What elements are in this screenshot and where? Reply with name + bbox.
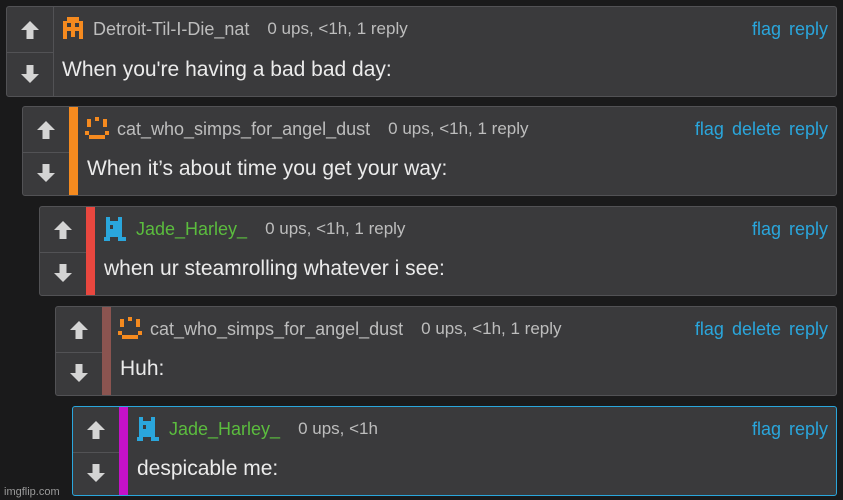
comment-header: Detroit-Til-I-Die_nat 0 ups, <1h, 1 repl… xyxy=(59,17,408,41)
downvote-button[interactable] xyxy=(73,450,119,495)
comment-4: cat_who_simps_for_angel_dust 0 ups, <1h,… xyxy=(55,306,837,396)
comment-text: when ur steamrolling whatever i see: xyxy=(104,257,445,280)
comment-meta: 0 ups, <1h, 1 reply xyxy=(267,19,408,38)
downvote-button[interactable] xyxy=(23,150,69,195)
orange-smiley-icon xyxy=(118,317,142,339)
comment-actions: flag reply xyxy=(752,419,828,440)
comment-text: When you're having a bad bad day: xyxy=(62,58,392,81)
upvote-button[interactable] xyxy=(23,107,69,153)
comment-actions: flag reply xyxy=(752,219,828,240)
downvote-button[interactable] xyxy=(56,350,102,395)
orange-smiley-icon xyxy=(85,117,109,139)
username[interactable]: Jade_Harley_ xyxy=(136,219,247,240)
arrow-up-icon xyxy=(87,420,105,439)
reply-link[interactable]: reply xyxy=(789,219,828,240)
username[interactable]: cat_who_simps_for_angel_dust xyxy=(150,319,403,340)
comment-3: Jade_Harley_ 0 ups, <1h, 1 reply flag re… xyxy=(39,206,837,296)
delete-link[interactable]: delete xyxy=(732,119,781,140)
upvote-button[interactable] xyxy=(73,407,119,453)
thread-bar xyxy=(86,207,95,295)
arrow-down-icon xyxy=(21,64,39,83)
arrow-up-icon xyxy=(70,320,88,339)
comment-header: Jade_Harley_ 0 ups, <1h xyxy=(135,417,378,441)
comment-actions: flag delete reply xyxy=(695,119,828,140)
username[interactable]: Detroit-Til-I-Die_nat xyxy=(93,19,249,40)
comment-meta: 0 ups, <1h, 1 reply xyxy=(421,319,562,338)
downvote-button[interactable] xyxy=(40,250,86,295)
vote-column xyxy=(23,107,70,195)
username[interactable]: cat_who_simps_for_angel_dust xyxy=(117,119,370,140)
arrow-down-icon xyxy=(70,363,88,382)
flag-link[interactable]: flag xyxy=(695,319,724,340)
thread-bar xyxy=(69,107,78,195)
vote-column xyxy=(73,407,120,495)
comment-meta: 0 ups, <1h, 1 reply xyxy=(265,219,406,238)
username[interactable]: Jade_Harley_ xyxy=(169,419,280,440)
reply-link[interactable]: reply xyxy=(789,119,828,140)
comment-text: When it’s about time you get your way: xyxy=(87,157,448,180)
flag-link[interactable]: flag xyxy=(752,19,781,40)
blue-pixel-creature-icon xyxy=(104,217,126,241)
comment-meta: 0 ups, <1h xyxy=(298,419,378,438)
arrow-down-icon xyxy=(87,463,105,482)
arrow-up-icon xyxy=(21,20,39,39)
upvote-button[interactable] xyxy=(7,7,53,53)
thread-bar xyxy=(119,407,128,495)
comment-text: despicable me: xyxy=(137,457,279,480)
vote-column xyxy=(40,207,87,295)
vote-column xyxy=(7,7,54,96)
comment-1: Detroit-Til-I-Die_nat 0 ups, <1h, 1 repl… xyxy=(6,6,837,97)
arrow-up-icon xyxy=(54,220,72,239)
comment-header: cat_who_simps_for_angel_dust 0 ups, <1h,… xyxy=(116,317,562,341)
comment-actions: flag reply xyxy=(752,19,828,40)
blue-pixel-creature-icon xyxy=(137,417,159,441)
flag-link[interactable]: flag xyxy=(752,419,781,440)
arrow-up-icon xyxy=(37,120,55,139)
reply-link[interactable]: reply xyxy=(789,419,828,440)
watermark: imgflip.com xyxy=(4,486,60,498)
vote-column xyxy=(56,307,103,395)
upvote-button[interactable] xyxy=(40,207,86,253)
upvote-button[interactable] xyxy=(56,307,102,353)
comment-2: cat_who_simps_for_angel_dust 0 ups, <1h,… xyxy=(22,106,837,196)
thread-bar xyxy=(102,307,111,395)
comment-header: Jade_Harley_ 0 ups, <1h, 1 reply xyxy=(102,217,405,241)
orange-pixel-creature-icon xyxy=(63,17,83,39)
comment-actions: flag delete reply xyxy=(695,319,828,340)
arrow-down-icon xyxy=(54,263,72,282)
comment-text: Huh: xyxy=(120,357,165,380)
downvote-button[interactable] xyxy=(7,51,53,96)
reply-link[interactable]: reply xyxy=(789,19,828,40)
flag-link[interactable]: flag xyxy=(695,119,724,140)
flag-link[interactable]: flag xyxy=(752,219,781,240)
comment-meta: 0 ups, <1h, 1 reply xyxy=(388,119,529,138)
comment-5: Jade_Harley_ 0 ups, <1h flag reply despi… xyxy=(72,406,837,496)
reply-link[interactable]: reply xyxy=(789,319,828,340)
comment-header: cat_who_simps_for_angel_dust 0 ups, <1h,… xyxy=(83,117,529,141)
delete-link[interactable]: delete xyxy=(732,319,781,340)
arrow-down-icon xyxy=(37,163,55,182)
